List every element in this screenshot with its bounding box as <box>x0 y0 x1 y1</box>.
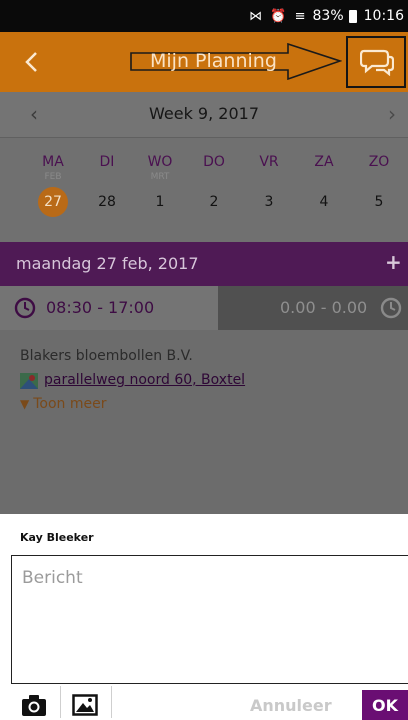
day-5[interactable]: ZA 4 <box>297 154 351 217</box>
appointment-detail: Blakers bloembollen B.V. parallelweg noo… <box>0 330 408 514</box>
status-icons: ⋈ ⏰ ≡ <box>249 8 308 24</box>
planned-time[interactable]: 08:30 - 17:00 <box>0 286 218 330</box>
day-name: DO <box>203 154 225 170</box>
actual-time-text: 0.00 - 0.00 <box>280 298 368 317</box>
date-bar: maandag 27 feb, 2017 + <box>0 242 408 286</box>
date-label: maandag 27 feb, 2017 <box>16 254 199 273</box>
map-icon <box>20 373 38 389</box>
page-title: Mijn Planning <box>130 43 342 80</box>
planned-time-text: 08:30 - 17:00 <box>46 298 155 317</box>
dialog-toolbar: Annuleer OK <box>0 686 408 720</box>
message-dialog: Kay Bleeker Annuleer OK <box>0 514 408 720</box>
actual-time[interactable]: 0.00 - 0.00 <box>218 286 408 330</box>
day-name: ZO <box>368 154 390 170</box>
chat-bubbles-icon <box>360 49 394 76</box>
day-month <box>297 172 351 184</box>
show-more-button[interactable]: ▼ Toon meer <box>20 396 106 412</box>
page-title-text: Mijn Planning <box>150 50 277 72</box>
camera-icon <box>22 695 46 716</box>
shift-time-row: 08:30 - 17:00 0.00 - 0.00 <box>0 286 408 330</box>
day-strip: MA FEB 27 DI 28 WO MRT 1 DO 2 VR 3 ZA 4 <box>0 138 408 242</box>
back-button[interactable] <box>22 47 52 77</box>
day-number: 2 <box>209 194 219 210</box>
day-month: MRT <box>150 172 170 182</box>
week-label: Week 9, 2017 <box>149 104 259 123</box>
message-input[interactable] <box>11 555 408 684</box>
show-more-label: Toon meer <box>33 396 107 412</box>
day-month <box>242 172 296 184</box>
toolbar-divider <box>111 686 112 718</box>
day-number: 5 <box>374 194 384 210</box>
address-link[interactable]: parallelweg noord 60, Boxtel <box>44 372 245 388</box>
image-icon <box>72 694 98 716</box>
day-number: 4 <box>319 194 329 210</box>
day-month <box>187 172 241 184</box>
add-button[interactable]: + <box>385 250 402 274</box>
day-6[interactable]: ZO 5 <box>352 154 406 217</box>
clock: 10:16 <box>363 8 404 24</box>
toolbar-divider <box>60 686 61 718</box>
day-0[interactable]: MA FEB 27 <box>26 154 80 217</box>
day-number: 3 <box>264 194 274 210</box>
image-button[interactable] <box>72 694 98 716</box>
camera-button[interactable] <box>22 694 46 716</box>
cancel-button[interactable]: Annuleer <box>250 696 332 715</box>
dimmed-content: ‹ Week 9, 2017 › MA FEB 27 DI 28 WO MRT … <box>0 92 408 514</box>
day-number: 28 <box>98 194 116 210</box>
week-selector: ‹ Week 9, 2017 › <box>0 92 408 138</box>
day-2[interactable]: WO MRT 1 <box>133 154 187 217</box>
chevron-down-icon: ▼ <box>20 397 30 411</box>
battery-icon <box>348 9 357 23</box>
battery-level: 83% <box>312 8 344 24</box>
clock-icon <box>380 297 402 319</box>
day-number-selected: 27 <box>38 187 68 217</box>
day-name: ZA <box>314 154 334 170</box>
day-name: DI <box>99 154 115 170</box>
day-4[interactable]: VR 3 <box>242 154 296 217</box>
day-3[interactable]: DO 2 <box>187 154 241 217</box>
day-month <box>80 172 134 184</box>
day-number: 1 <box>155 194 165 210</box>
next-week-button[interactable]: › <box>388 102 396 126</box>
app-header: Mijn Planning <box>0 32 408 92</box>
clock-icon <box>14 297 36 319</box>
day-month: FEB <box>44 172 62 182</box>
company-name: Blakers bloembollen B.V. <box>20 348 193 364</box>
status-bar: ⋈ ⏰ ≡ 83% 10:16 <box>0 0 408 32</box>
day-1[interactable]: DI 28 <box>80 154 134 217</box>
day-month <box>352 172 406 184</box>
sender-name: Kay Bleeker <box>20 531 94 544</box>
back-chevron-icon <box>25 52 37 72</box>
chat-button[interactable] <box>346 36 406 88</box>
day-name: VR <box>259 154 279 170</box>
day-name: WO <box>147 154 173 170</box>
ok-button[interactable]: OK <box>362 690 408 720</box>
day-name: MA <box>42 154 64 170</box>
